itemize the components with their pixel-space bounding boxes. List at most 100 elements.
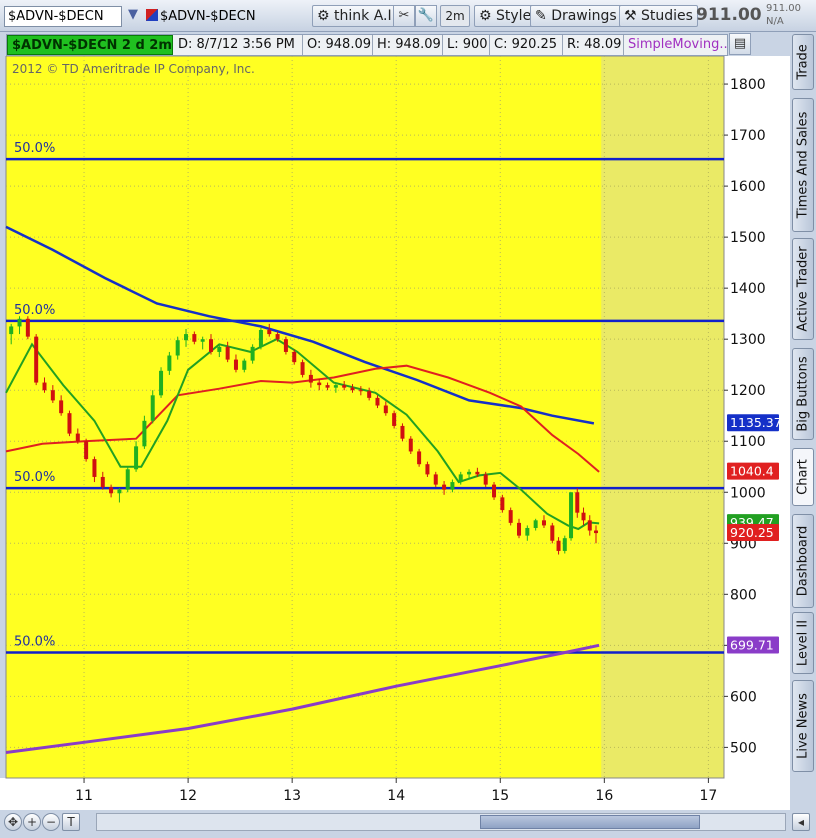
candle-body (417, 451, 422, 465)
side-tab-active-trader[interactable]: Active Trader (792, 238, 814, 340)
candle-body (84, 441, 89, 460)
side-tab-label: Active Trader (795, 246, 811, 332)
copyright-text: 2012 © TD Ameritrade IP Company, Inc. (12, 62, 255, 76)
candle (283, 336, 288, 355)
side-tab-chart[interactable]: Chart (792, 448, 814, 506)
candle-body (562, 538, 567, 551)
candle (408, 436, 413, 454)
drawings-button[interactable]: ✎ Drawings (530, 5, 622, 27)
think-ai-button[interactable]: ⚙ think A.I. (312, 5, 402, 27)
info-high: H: 948.09 (373, 35, 443, 55)
y-tick-label: 1700 (730, 128, 766, 144)
symbol-input[interactable]: $ADVN-$DECN (4, 6, 122, 27)
net-change: N/A (766, 16, 784, 27)
chart-settings-icon[interactable]: ▤ (729, 33, 751, 55)
aggregation-button[interactable]: 2m (440, 5, 470, 27)
candle (569, 492, 574, 541)
time-axis-background (0, 778, 724, 810)
studies-button[interactable]: ⚒ Studies (619, 5, 698, 27)
info-study[interactable]: SimpleMoving... (624, 35, 728, 55)
chart-info-bar: $ADVN-$DECN 2 d 2m D: 8/7/12 3:56 PM O: … (6, 34, 728, 56)
text-tool-button[interactable]: T (62, 813, 80, 831)
candle-body (358, 390, 363, 392)
candle-body (433, 474, 438, 485)
side-tab-label: Chart (795, 459, 811, 495)
candle-body (175, 340, 180, 356)
symbol-dropdown-icon[interactable]: ▼ (124, 5, 142, 27)
candle-body (275, 334, 280, 340)
candle-body (325, 385, 330, 388)
side-tab-live-news[interactable]: Live News (792, 680, 814, 772)
side-tab-trade[interactable]: Trade (792, 34, 814, 90)
think-ai-label: think A.I. (334, 8, 397, 24)
candle-body (367, 391, 372, 398)
zoom-out-button[interactable]: − (42, 813, 60, 831)
candle-body (59, 400, 64, 414)
zoom-in-button[interactable]: + (23, 813, 41, 831)
drawings-label: Drawings (551, 8, 617, 24)
x-tick-label: 14 (387, 788, 405, 804)
side-tab-big-buttons[interactable]: Big Buttons (792, 348, 814, 440)
candle-body (475, 471, 480, 475)
pan-icon[interactable]: ✥ (4, 813, 22, 831)
candle-body (400, 425, 405, 439)
y-tick-label: 1600 (730, 179, 766, 195)
y-tick-label: 1000 (730, 485, 766, 501)
y-tick-label: 1300 (730, 332, 766, 348)
candle-body (17, 318, 22, 327)
time-scrollbar[interactable] (96, 813, 786, 831)
scroll-right-button[interactable]: ◂ (792, 813, 810, 831)
price-badge-label: 699.71 (730, 637, 774, 652)
link-icon (146, 9, 158, 21)
candle (500, 494, 505, 513)
candle-body (525, 527, 530, 536)
candle-body (200, 339, 205, 342)
candle-body (308, 374, 313, 383)
candle-body (109, 487, 114, 494)
candle-body (392, 413, 397, 426)
tools-icon[interactable]: ✂ (393, 5, 415, 27)
candle-body (467, 471, 472, 475)
candle (492, 482, 497, 500)
candle-body (217, 346, 222, 352)
x-tick-label: 15 (491, 788, 509, 804)
style-button[interactable]: ⚙ Style (474, 5, 537, 27)
last-price: 911.00 (696, 5, 762, 25)
gear-icon: ⚙ (317, 8, 330, 24)
chart-title: $ADVN-$DECN 2 d 2m (7, 35, 173, 55)
side-tab-times-and-sales[interactable]: Times And Sales (792, 98, 814, 232)
candle-body (283, 339, 288, 352)
candle-body (556, 540, 561, 551)
linked-symbol[interactable]: $ADVN-$DECN (146, 9, 256, 24)
x-tick-label: 11 (75, 788, 93, 804)
studies-icon: ⚒ (624, 8, 637, 24)
x-tick-label: 13 (283, 788, 301, 804)
y-tick-label: 500 (730, 740, 757, 756)
last-price-small: 911.00 (766, 3, 801, 14)
candle-body (569, 492, 574, 539)
pencil-icon: ✎ (535, 8, 547, 24)
candle-body (167, 355, 172, 371)
side-tab-dashboard[interactable]: Dashboard (792, 514, 814, 608)
thinkorswim-chart-window: $ADVN-$DECN ▼ $ADVN-$DECN ⚙ think A.I. ✂… (0, 0, 816, 838)
candle-body (225, 346, 230, 360)
candle-body (333, 385, 338, 388)
y-tick-label: 1200 (730, 383, 766, 399)
y-tick-label: 1500 (730, 230, 766, 246)
candle-body (250, 346, 255, 361)
candle (550, 522, 555, 544)
y-tick-label: 1100 (730, 434, 766, 450)
fib-level-label: 50.0% (14, 141, 55, 156)
price-chart[interactable]: 50.0%50.0%50.0%50.0% 5006007008009001000… (0, 56, 790, 810)
wrench-icon[interactable]: 🔧 (415, 5, 437, 27)
candle-body (258, 330, 263, 347)
side-tab-label: Dashboard (795, 525, 811, 597)
side-tab-label: Times And Sales (795, 111, 811, 219)
candle-body (483, 474, 488, 485)
fib-level-label: 50.0% (14, 634, 55, 649)
side-tab-level-ii[interactable]: Level II (792, 612, 814, 674)
scroll-thumb[interactable] (480, 815, 700, 829)
candle-body (150, 395, 155, 421)
price-badge-label: 920.25 (730, 525, 774, 540)
candle-body (408, 438, 413, 452)
